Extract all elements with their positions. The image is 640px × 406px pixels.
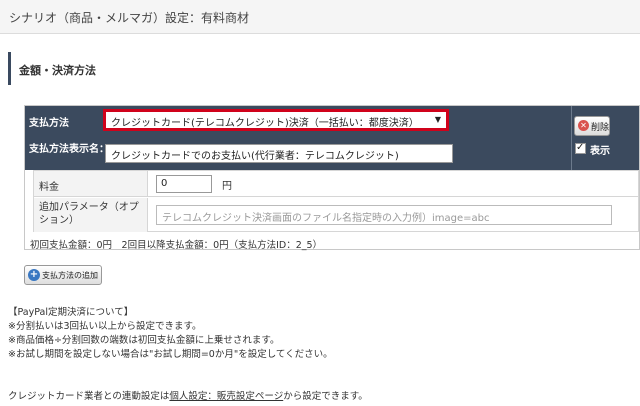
notes-line: ※分割払いは3回払い以上から設定できます。 [8,321,202,332]
section-heading: 金額・決済方法 [8,52,128,85]
param-row: 追加パラメータ（オプション） テレコムクレジット決済画面のファイル名指定時の入力… [34,198,638,232]
delete-button[interactable]: ✕ 削除 [574,116,610,136]
footer-suffix: から設定できます。 [283,391,368,402]
page-title: シナリオ（商品・メルマガ）設定：有料商材 [9,11,250,25]
show-checkbox[interactable] [575,142,586,154]
footer-prefix: クレジットカード業者との連動設定は [8,391,170,402]
payment-method-panel: 支払方法 クレジットカード(テレコムクレジット)決済（一括払い：都度決済） ▼ … [24,105,640,251]
price-label-cell: 料金 [34,171,148,196]
param-input[interactable]: テレコムクレジット決済画面のファイル名指定時の入力例）image=abc [156,205,612,225]
notes-title: 【PayPal定期決済について】 [8,307,134,318]
param-label: 追加パラメータ（オプション） [39,202,139,226]
payment-summary: 初回支払金額：0円 2回目以降支払金額：0円（支払方法ID：2_5） [30,240,323,251]
dropdown-arrow-icon: ▼ [434,115,441,124]
price-row: 料金 0 円 [34,171,638,197]
price-input[interactable]: 0 [156,175,212,193]
display-name-input[interactable]: クレジットカードでのお支払い(代行業者：テレコムクレジット) [105,144,453,163]
payment-detail-table: 料金 0 円 追加パラメータ（オプション） テレコムクレジット決済画面のファイル… [33,170,639,232]
section-title: 金額・決済方法 [19,64,96,77]
delete-icon: ✕ [578,120,589,131]
footer-note: クレジットカード業者との連動設定は個人設定：販売設定ページから設定できます。 [8,388,368,402]
payment-method-selected-value: クレジットカード(テレコムクレジット)決済（一括払い：都度決済） [111,118,419,129]
delete-button-label: 削除 [591,123,610,133]
notes-line: ※お試し期間を設定しない場合は"お試し期間=0か月"を設定してください。 [8,349,333,360]
display-name-label: 支払方法表示名： [29,144,109,155]
param-label-cell: 追加パラメータ（オプション） [34,198,148,232]
show-label: 表示 [590,146,610,157]
payment-method-actions: ✕ 削除 表示 [571,106,639,170]
notes-line: ※商品価格÷分割回数の端数は初回支払金額に上乗せされます。 [8,335,280,346]
price-unit: 円 [222,181,232,192]
plus-icon: + [28,269,40,281]
payment-method-header: 支払方法 クレジットカード(テレコムクレジット)決済（一括払い：都度決済） ▼ … [25,106,571,170]
paypal-notes: 【PayPal定期決済について】 ※分割払いは3回払い以上から設定できます。 ※… [8,306,333,362]
add-payment-method-button[interactable]: + 支払方法の追加 [24,265,102,285]
sales-settings-link[interactable]: 個人設定：販売設定ページ [169,391,283,402]
payment-method-select[interactable]: クレジットカード(テレコムクレジット)決済（一括払い：都度決済） ▼ [103,109,449,131]
price-label: 料金 [39,182,59,193]
add-payment-method-label: 支払方法の追加 [42,271,98,280]
payment-method-label: 支払方法 [29,118,69,129]
page-header: シナリオ（商品・メルマガ）設定：有料商材 [0,0,640,34]
